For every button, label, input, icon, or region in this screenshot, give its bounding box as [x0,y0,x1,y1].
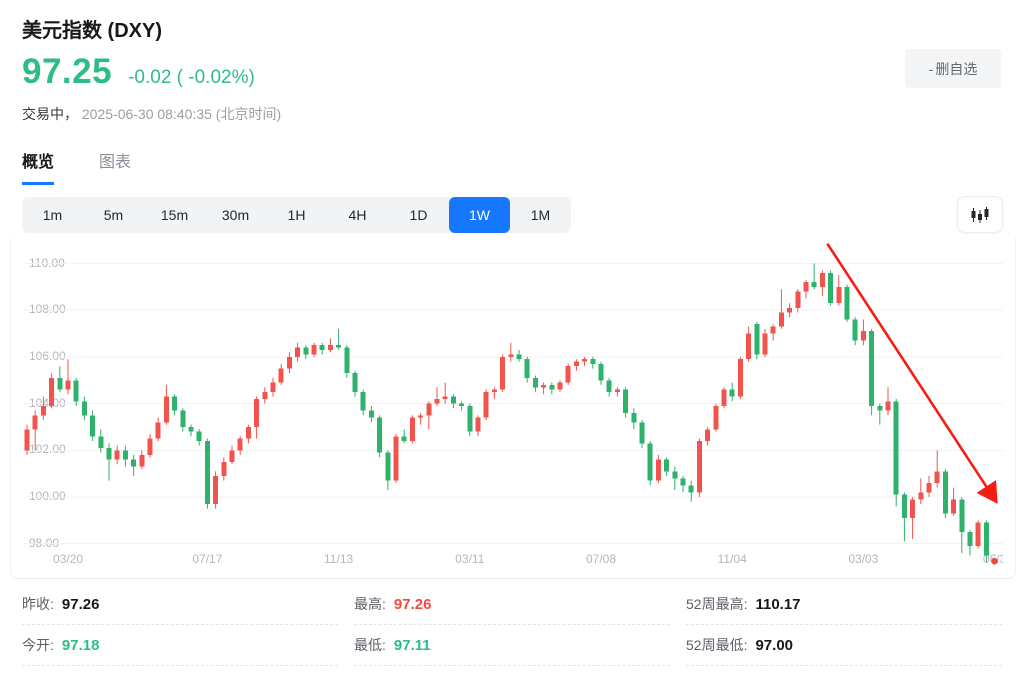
chart-style-button[interactable] [957,196,1003,233]
interval-4H[interactable]: 4H [327,197,388,233]
interval-30m[interactable]: 30m [205,197,266,233]
minus-icon: - [929,61,934,77]
status-label: 交易中， [22,106,78,122]
candlestick-chart[interactable] [23,243,1003,575]
interval-1m[interactable]: 1m [22,197,83,233]
tab-overview[interactable]: 概览 [22,148,54,185]
stat-value: 97.11 [394,637,431,654]
stat-label: 最高: [354,594,386,614]
interval-5m[interactable]: 5m [83,197,144,233]
stat-value: 97.18 [62,637,100,654]
stat-row: 昨收: 97.26 [22,584,338,625]
stat-value: 97.26 [394,596,432,613]
price-block: 97.25 -0.02 ( -0.02%) [22,52,255,92]
chart-area: 110.00108.00106.00104.00102.00100.0098.0… [23,243,1003,575]
stat-row: 52周最低: 97.00 [686,625,1002,666]
stats-column: 昨收: 97.26 今开: 97.18 [22,584,338,666]
candlestick-icon [970,206,990,224]
interval-1W[interactable]: 1W [449,197,510,233]
current-price: 97.25 [22,52,112,92]
interval-1M[interactable]: 1M [510,197,571,233]
stat-row: 最低: 97.11 [354,625,670,666]
stats-column: 最高: 97.26 最低: 97.11 [354,584,670,666]
stat-row: 52周最高: 110.17 [686,584,1002,625]
trading-status: 交易中， 2025-06-30 08:40:35 (北京时间) [22,104,281,124]
remove-watchlist-button[interactable]: - 删自选 [905,49,1001,88]
tab-bar: 概览 图表 [22,148,131,185]
last-price-dot [991,558,998,565]
trend-arrow-annotation [827,244,996,502]
stats-column: 52周最高: 110.17 52周最低: 97.00 [686,584,1002,666]
timezone-text: (北京时间) [216,106,281,122]
stat-value: 97.26 [62,596,100,613]
stat-value: 110.17 [755,596,800,613]
page-title: 美元指数 (DXY) [22,14,162,43]
stat-label: 昨收: [22,594,54,614]
interval-1H[interactable]: 1H [266,197,327,233]
stat-label: 今开: [22,635,54,655]
stat-value: 97.00 [755,637,793,654]
stat-row: 最高: 97.26 [354,584,670,625]
stat-label: 52周最高: [686,594,747,614]
stat-label: 52周最低: [686,635,747,655]
tab-chart[interactable]: 图表 [99,148,131,185]
chart-card: 110.00108.00106.00104.00102.00100.0098.0… [10,238,1016,579]
stat-label: 最低: [354,635,386,655]
stats-panel: 昨收: 97.26 今开: 97.18 最高: 97.26 最低: 97.11 52周最高: 11… [22,584,1002,666]
timestamp: 2025-06-30 08:40:35 [82,106,212,122]
stat-row: 今开: 97.18 [22,625,338,666]
price-change: -0.02 ( -0.02%) [128,67,255,89]
interval-15m[interactable]: 15m [144,197,205,233]
interval-selector: 1m5m15m30m1H4H1D1W1M [22,197,571,233]
watchlist-button-label: 删自选 [935,59,977,79]
interval-1D[interactable]: 1D [388,197,449,233]
